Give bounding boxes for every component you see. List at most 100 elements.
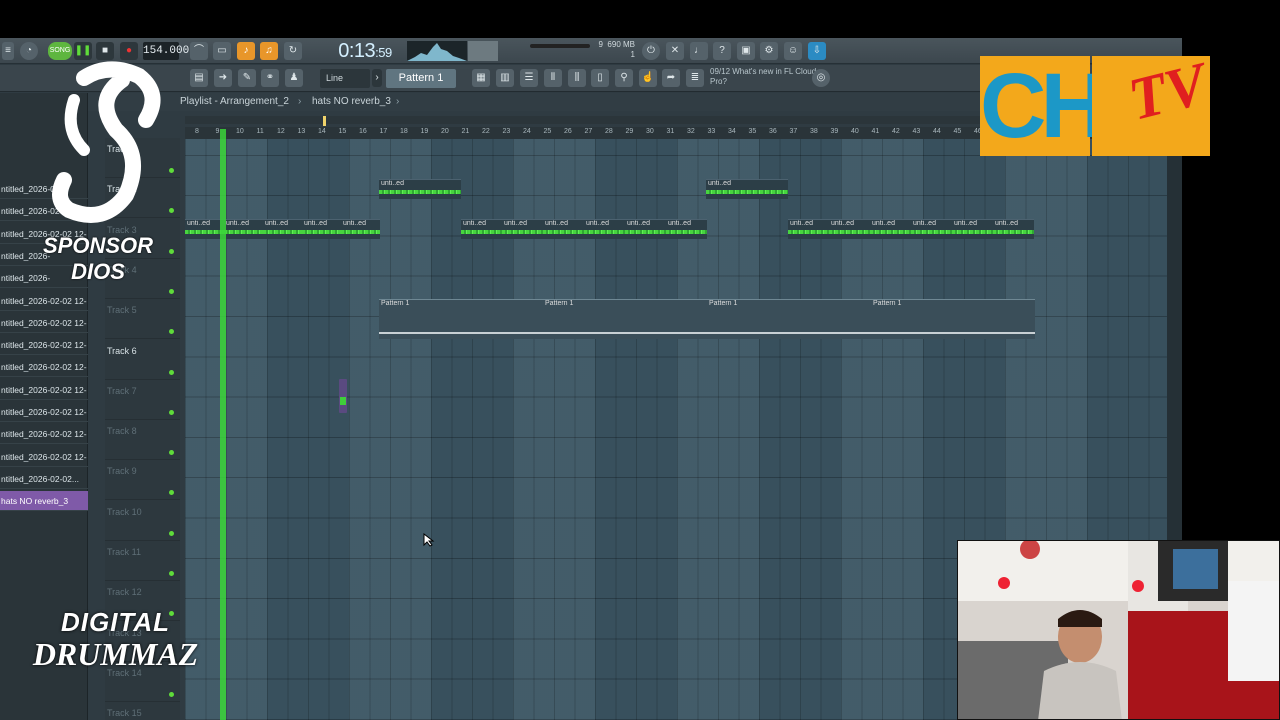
record-button[interactable]: ● bbox=[120, 42, 138, 60]
track-mute-led[interactable] bbox=[169, 691, 174, 697]
pattern-clip[interactable]: Pattern 1 bbox=[871, 299, 1035, 339]
track-mute-led[interactable] bbox=[169, 450, 174, 456]
browser-item[interactable]: ntitled_2026-02-02 12- bbox=[0, 313, 88, 333]
track-mute-led[interactable] bbox=[169, 369, 174, 375]
browser-item[interactable]: ntitled_2026-02-02 12- bbox=[0, 424, 88, 445]
globe-icon[interactable]: ◎ bbox=[812, 69, 830, 87]
browser-item[interactable]: ntitled_2026-02-02 12- bbox=[0, 335, 88, 356]
audio-clip[interactable]: unti..ed bbox=[584, 219, 625, 239]
browser-item[interactable]: hats NO reverb_3 bbox=[0, 491, 88, 512]
count-in-icon[interactable]: ▭ bbox=[213, 42, 231, 60]
piano-icon[interactable]: ▥ bbox=[496, 69, 514, 87]
news-ticker[interactable]: 09/12 What's new in FL Cloud Pro? bbox=[710, 67, 820, 89]
track-mute-led[interactable] bbox=[169, 490, 174, 496]
audio-clip[interactable]: unti..ed bbox=[543, 219, 584, 239]
scroll-marker[interactable] bbox=[323, 116, 326, 126]
pause-button[interactable]: ❚❚ bbox=[74, 42, 92, 60]
loop-record-icon[interactable]: ↻ bbox=[284, 42, 302, 60]
audio-clip[interactable]: unti..ed bbox=[224, 219, 263, 239]
track-label: Track 5 bbox=[107, 305, 137, 316]
browser-item[interactable]: ntitled_2026-02-02 12- bbox=[0, 402, 88, 422]
stamp-icon[interactable]: ♟ bbox=[285, 69, 303, 87]
track-mute-led[interactable] bbox=[169, 329, 174, 335]
step-edit-icon[interactable]: ♫ bbox=[260, 42, 278, 60]
audio-clip[interactable]: unti..ed bbox=[379, 179, 461, 199]
audio-clip[interactable]: unti..ed bbox=[461, 219, 502, 239]
clip-label: unti..ed bbox=[226, 220, 249, 227]
playlist-icon[interactable]: ☰ bbox=[520, 69, 538, 87]
blend-notes-icon[interactable]: ♪ bbox=[237, 42, 255, 60]
piano-roll-icon[interactable]: ▤ bbox=[190, 69, 208, 87]
audio-clip[interactable]: unti..ed bbox=[829, 219, 870, 239]
pattern-clip[interactable]: Pattern 1 bbox=[543, 299, 707, 339]
menu-icon[interactable]: ≡ bbox=[2, 42, 14, 60]
plugin-icon[interactable]: ⚙ bbox=[760, 42, 778, 60]
file-icon[interactable]: ▯ bbox=[591, 69, 609, 87]
share-icon[interactable]: ➦ bbox=[662, 69, 680, 87]
master-volume-slider[interactable] bbox=[468, 41, 498, 61]
touch-icon[interactable]: ☝ bbox=[639, 69, 657, 87]
ruler-tick: 13 bbox=[297, 128, 306, 135]
track-header[interactable]: Track 5 bbox=[105, 299, 180, 340]
browser-item[interactable]: ntitled_2026-02-02 12- bbox=[0, 291, 88, 311]
track-header[interactable]: Track 7 bbox=[105, 380, 180, 420]
track-header[interactable]: Track 8 bbox=[105, 420, 180, 461]
news-icon[interactable]: ≣ bbox=[686, 69, 704, 87]
stop-button[interactable]: ■ bbox=[96, 42, 114, 60]
audio-clip[interactable]: unti..ed bbox=[625, 219, 666, 239]
track-header[interactable]: Track 10 bbox=[105, 501, 180, 541]
track-header[interactable]: Track 6 bbox=[105, 340, 180, 380]
browser-item[interactable]: ntitled_2026-02-02 12- bbox=[0, 357, 88, 378]
tempo-display[interactable]: 154.000 bbox=[143, 42, 189, 60]
audio-clip[interactable]: unti..ed bbox=[502, 219, 543, 239]
track-header[interactable]: Track 11 bbox=[105, 541, 180, 581]
master-pitch-slider[interactable] bbox=[530, 44, 590, 48]
track-mute-led[interactable] bbox=[169, 530, 174, 536]
track-mute-led[interactable] bbox=[169, 409, 174, 415]
playhead[interactable] bbox=[220, 129, 226, 720]
metronome-icon[interactable]: ◔ bbox=[20, 42, 38, 60]
link-icon[interactable]: ⚭ bbox=[261, 69, 279, 87]
track-mute-led[interactable] bbox=[169, 571, 174, 576]
audio-clip[interactable]: unti..ed bbox=[341, 219, 380, 239]
save-icon[interactable]: ▣ bbox=[737, 42, 755, 60]
song-mode-toggle[interactable]: SONG bbox=[48, 42, 72, 60]
pattern-clip[interactable]: Pattern 1 bbox=[379, 299, 543, 339]
snap-select[interactable]: Line bbox=[320, 69, 370, 88]
chevron-right-icon[interactable]: › bbox=[372, 69, 382, 87]
audio-clip[interactable]: unti..ed bbox=[666, 219, 707, 239]
wait-icon[interactable]: ⌒ bbox=[190, 42, 208, 60]
track-header[interactable]: Track 15 bbox=[105, 702, 180, 720]
plug-icon[interactable]: ⚲ bbox=[615, 69, 633, 87]
browser-icon[interactable]: ⫼ bbox=[568, 69, 586, 87]
pattern-select[interactable]: Pattern 1 bbox=[386, 69, 456, 88]
audio-clip[interactable]: unti..ed bbox=[302, 219, 341, 239]
audio-clip[interactable]: unti..ed bbox=[911, 219, 952, 239]
arrow-icon[interactable]: ➜ bbox=[214, 69, 232, 87]
audio-clip[interactable]: unti..ed bbox=[993, 219, 1034, 239]
help-icon[interactable]: ? bbox=[713, 42, 731, 60]
browser-item[interactable]: ntitled_2026-02-02 12- bbox=[0, 380, 88, 400]
mixer-icon[interactable]: ✕ bbox=[666, 42, 684, 60]
browser-item[interactable]: ntitled_2026-02-02 12- bbox=[0, 447, 88, 467]
chat-icon[interactable]: ☺ bbox=[784, 42, 802, 60]
mixer-faders-icon[interactable]: ⫴ bbox=[544, 69, 562, 87]
audio-clip[interactable]: unti..ed bbox=[263, 219, 302, 239]
audio-clip[interactable]: unti..ed bbox=[788, 219, 829, 239]
track-header[interactable]: Track 9 bbox=[105, 460, 180, 501]
audio-clip[interactable]: unti..ed bbox=[185, 219, 224, 239]
audio-clip[interactable]: unti..ed bbox=[706, 179, 788, 199]
audio-clip[interactable]: unti..ed bbox=[870, 219, 911, 239]
mic-icon[interactable]: ♩ bbox=[690, 42, 708, 60]
clip-waveform bbox=[224, 230, 263, 234]
pattern-clip[interactable]: Pattern 1 bbox=[707, 299, 871, 339]
audio-clip[interactable]: unti..ed bbox=[952, 219, 993, 239]
track-mute-led[interactable] bbox=[169, 248, 174, 254]
browser-item[interactable]: ntitled_2026-02-02... bbox=[0, 469, 88, 489]
track-mute-led[interactable] bbox=[169, 288, 174, 294]
brush-icon[interactable]: ✎ bbox=[238, 69, 256, 87]
online-icon[interactable]: ⏻ bbox=[642, 42, 660, 60]
download-icon[interactable]: ⇩ bbox=[808, 42, 826, 60]
channel-rack-icon[interactable]: ▦ bbox=[472, 69, 490, 87]
audio-clip-short[interactable] bbox=[339, 379, 347, 413]
